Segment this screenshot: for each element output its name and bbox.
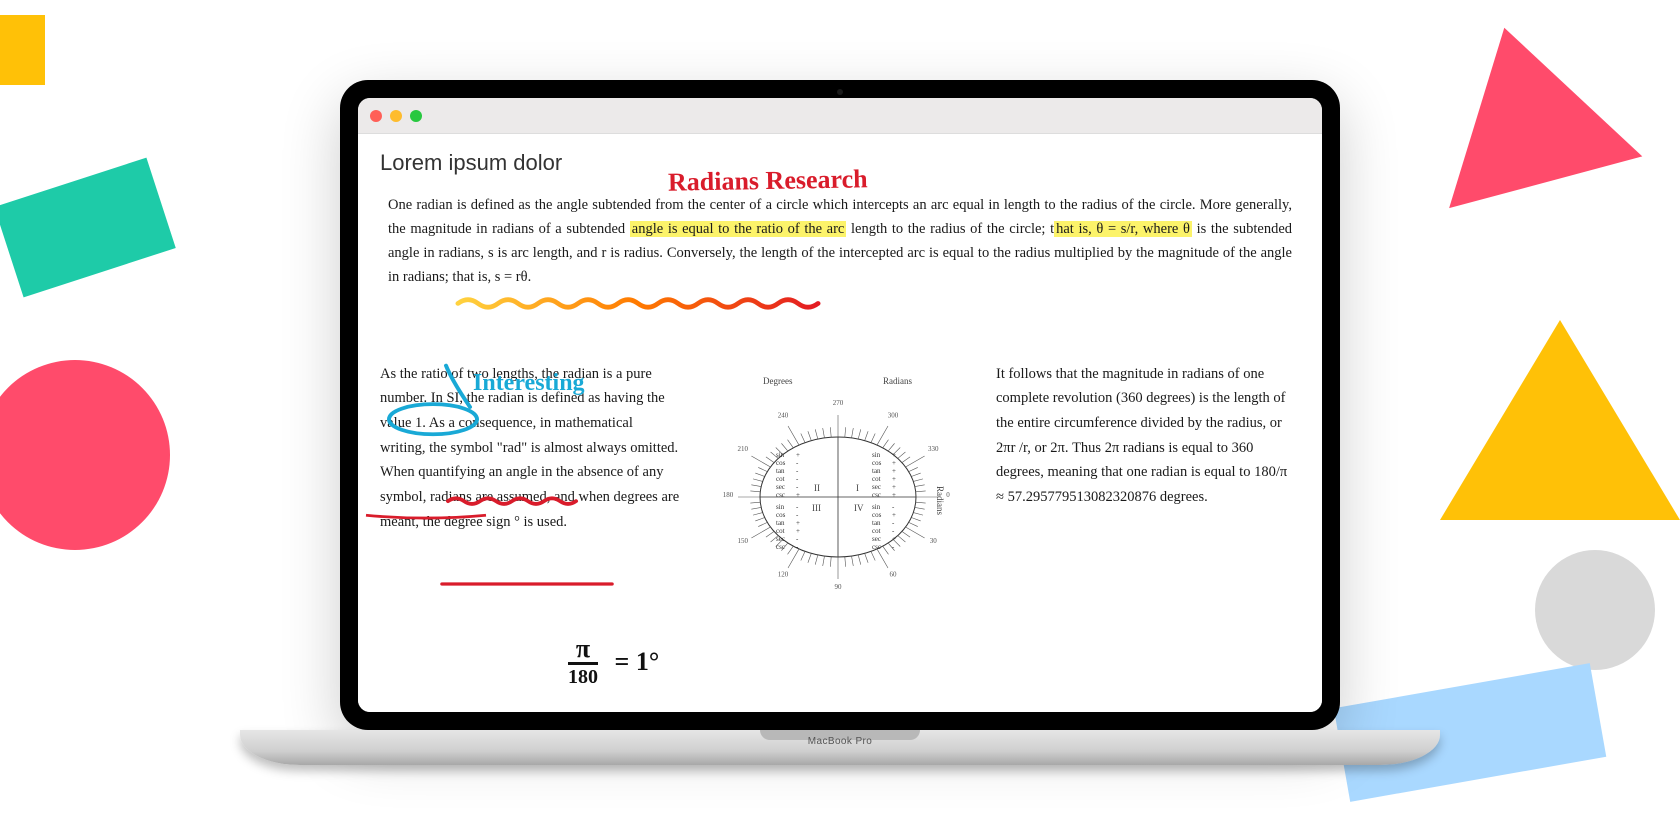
svg-text:tan: tan (776, 519, 785, 527)
decor-triangle-yellow (1440, 320, 1680, 520)
intro-paragraph: One radian is defined as the angle subte… (380, 194, 1300, 290)
svg-text:+: + (796, 527, 800, 535)
svg-text:+: + (796, 491, 800, 499)
quadrant-1: I (856, 483, 859, 493)
intro-text-b: length to the radius of the circle; t (846, 221, 1054, 237)
ink-formula-rhs: = 1° (615, 647, 660, 676)
quadrant-3: III (812, 503, 821, 513)
app-window: Lorem ipsum dolor One radian is defined … (358, 98, 1322, 712)
svg-text:cot: cot (872, 527, 881, 535)
laptop-mockup: Lorem ipsum dolor One radian is defined … (340, 80, 1340, 765)
document-content: Lorem ipsum dolor One radian is defined … (358, 134, 1322, 712)
svg-text:-: - (892, 543, 895, 551)
traffic-lights (370, 110, 422, 122)
highlight-2: hat is, θ = s/r, where θ (1054, 221, 1192, 237)
svg-text:sec: sec (776, 483, 785, 491)
svg-text:+: + (892, 491, 896, 499)
laptop-base: MacBook Pro (240, 730, 1440, 765)
svg-text:+: + (892, 511, 896, 519)
svg-text:tan: tan (776, 467, 785, 475)
camera-dot (837, 89, 843, 95)
left-paragraph: As the ratio of two lengths, the radian … (380, 362, 680, 534)
svg-text:cos: cos (776, 511, 786, 519)
laptop-label: MacBook Pro (808, 736, 872, 747)
svg-text:90: 90 (835, 583, 843, 591)
highlight-1: angle is equal to the ratio of the arc (630, 221, 847, 237)
svg-text:cos: cos (776, 459, 786, 467)
svg-text:csc: csc (776, 491, 785, 499)
svg-text:sec: sec (872, 535, 881, 543)
label-radians-side: Radians (935, 486, 945, 515)
decor-circle-pink (0, 360, 170, 550)
svg-text:120: 120 (778, 570, 789, 578)
svg-text:+: + (892, 459, 896, 467)
svg-text:cos: cos (872, 511, 882, 519)
svg-text:sin: sin (872, 451, 881, 459)
svg-text:+: + (892, 451, 896, 459)
svg-text:240: 240 (778, 411, 789, 419)
close-button[interactable] (370, 110, 382, 122)
ink-formula: π 180 = 1° (568, 636, 659, 687)
svg-text:cot: cot (776, 475, 785, 483)
svg-text:cot: cot (776, 527, 785, 535)
svg-text:sin: sin (776, 503, 785, 511)
fullscreen-button[interactable] (410, 110, 422, 122)
decor-square-yellow (0, 15, 45, 85)
svg-text:+: + (892, 535, 896, 543)
diagram-column: I II III IV sin + cos + tan + cot + sec + csc + sin +… (698, 362, 978, 632)
label-radians: Radians (883, 376, 912, 386)
minimize-button[interactable] (390, 110, 402, 122)
svg-text:sec: sec (776, 535, 785, 543)
svg-text:180: 180 (723, 491, 734, 499)
svg-text:30: 30 (930, 537, 938, 545)
svg-text:sec: sec (872, 483, 881, 491)
svg-text:csc: csc (872, 543, 881, 551)
titlebar (358, 98, 1322, 134)
svg-text:+: + (892, 475, 896, 483)
ink-formula-numerator: π (568, 636, 598, 665)
svg-text:210: 210 (737, 445, 748, 453)
label-degrees: Degrees (763, 376, 793, 386)
ink-formula-denominator: 180 (568, 665, 598, 687)
svg-text:tan: tan (872, 467, 881, 475)
decor-circle-grey (1535, 550, 1655, 670)
quadrant-2: II (814, 483, 820, 493)
svg-text:+: + (796, 519, 800, 527)
svg-text:0: 0 (946, 491, 950, 499)
ink-wavy-underline-gradient (458, 300, 818, 308)
svg-text:csc: csc (872, 491, 881, 499)
svg-text:150: 150 (737, 537, 748, 545)
svg-text:60: 60 (890, 570, 898, 578)
columns: As the ratio of two lengths, the radian … (380, 362, 1300, 632)
svg-text:tan: tan (872, 519, 881, 527)
decor-triangle-pink (1408, 2, 1643, 208)
svg-text:cos: cos (872, 459, 882, 467)
quadrant-4: IV (854, 503, 864, 513)
svg-text:cot: cot (872, 475, 881, 483)
laptop-screen-frame: Lorem ipsum dolor One radian is defined … (340, 80, 1340, 730)
right-paragraph: It follows that the magnitude in radians… (996, 362, 1296, 510)
svg-text:+: + (796, 451, 800, 459)
decor-square-teal (0, 158, 176, 298)
svg-text:+: + (892, 483, 896, 491)
svg-text:300: 300 (888, 411, 899, 419)
svg-text:330: 330 (928, 445, 939, 453)
svg-text:sin: sin (776, 451, 785, 459)
protractor-diagram: I II III IV sin + cos + tan + cot + sec + csc + sin +… (703, 362, 973, 632)
svg-text:+: + (892, 467, 896, 475)
svg-text:sin: sin (872, 503, 881, 511)
svg-text:csc: csc (776, 543, 785, 551)
svg-text:270: 270 (833, 399, 844, 407)
page-title: Lorem ipsum dolor (380, 150, 1300, 176)
